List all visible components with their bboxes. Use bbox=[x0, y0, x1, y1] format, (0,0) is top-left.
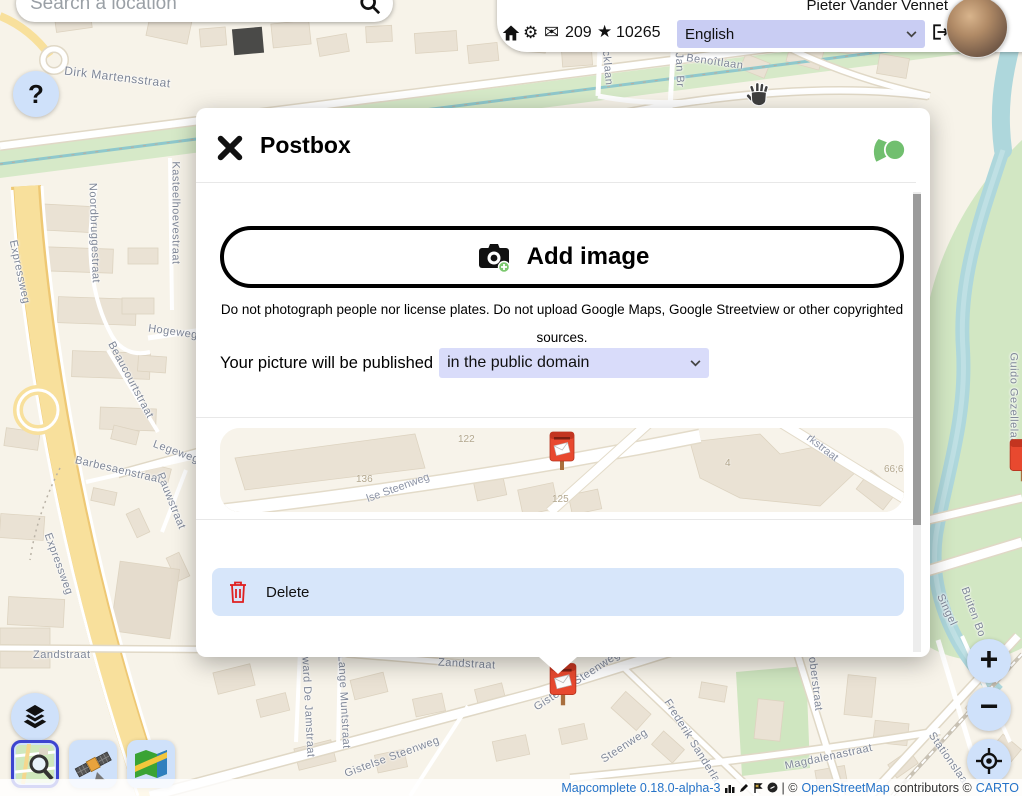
search-icon[interactable] bbox=[359, 0, 381, 15]
minus-icon: − bbox=[980, 690, 999, 722]
image-disclaimer: Do not photograph people nor license pla… bbox=[220, 296, 904, 352]
zoom-out-button[interactable]: − bbox=[967, 687, 1011, 731]
chevron-down-icon bbox=[906, 31, 917, 38]
divider bbox=[196, 417, 916, 418]
attribution-bar: Mapcomplete 0.18.0-alpha-3 | © OpenStree… bbox=[0, 779, 1022, 796]
zoom-in-button[interactable]: + bbox=[967, 639, 1011, 683]
attribution-text: | © bbox=[782, 781, 798, 795]
license-prefix: Your picture will be published bbox=[220, 354, 433, 373]
add-image-label: Add image bbox=[527, 243, 650, 271]
language-value: English bbox=[685, 26, 734, 43]
circle-mini-icon bbox=[767, 782, 778, 793]
crosshair-icon bbox=[975, 747, 1003, 775]
osm-link[interactable]: OpenStreetMap bbox=[801, 781, 889, 795]
license-value: in the public domain bbox=[447, 354, 589, 372]
star-icon: ★ bbox=[597, 22, 612, 42]
search-bar[interactable] bbox=[16, 0, 393, 22]
postbox-dialog: Postbox Add image Do not photograph peop… bbox=[196, 108, 930, 657]
satellite-icon bbox=[73, 744, 113, 784]
dialog-title: Postbox bbox=[260, 132, 351, 159]
postbox-marker-mini bbox=[548, 429, 576, 482]
license-select[interactable]: in the public domain bbox=[439, 348, 709, 378]
chevron-down-icon bbox=[690, 360, 701, 367]
camera-icon bbox=[475, 241, 513, 273]
language-select[interactable]: English bbox=[677, 20, 925, 48]
folded-map-icon bbox=[131, 744, 171, 784]
postbox-marker-edge[interactable] bbox=[1008, 436, 1022, 493]
plus-icon: + bbox=[980, 643, 999, 675]
layers-icon bbox=[20, 702, 50, 732]
add-image-button[interactable]: Add image bbox=[220, 226, 904, 288]
mapcomplete-logo-icon bbox=[870, 132, 908, 170]
close-icon[interactable] bbox=[216, 134, 244, 162]
changeset-count: 10265 bbox=[616, 24, 661, 42]
layers-button[interactable] bbox=[11, 693, 59, 741]
stats-mini-icon bbox=[725, 783, 735, 793]
divider bbox=[196, 182, 916, 183]
question-mark: ? bbox=[28, 79, 44, 110]
minimap[interactable]: 122 136 125 4 66;6 lse Steenweg rkstraat bbox=[220, 428, 904, 512]
pencil-mini-icon bbox=[739, 783, 749, 793]
mail-icon[interactable]: ✉ bbox=[544, 22, 559, 43]
dialog-scrollbar[interactable] bbox=[913, 192, 921, 652]
scrollbar-thumb[interactable] bbox=[913, 194, 921, 525]
geolocate-button[interactable] bbox=[967, 739, 1011, 783]
trash-icon bbox=[228, 580, 248, 604]
flag-mini-icon bbox=[753, 783, 763, 793]
delete-label: Delete bbox=[266, 584, 309, 601]
gear-icon[interactable]: ⚙ bbox=[523, 23, 538, 43]
mapcomplete-version-link[interactable]: Mapcomplete 0.18.0-alpha-3 bbox=[561, 781, 720, 795]
license-row: Your picture will be published in the pu… bbox=[220, 348, 709, 378]
attribution-text: contributors © bbox=[894, 781, 972, 795]
message-count: 209 bbox=[565, 24, 592, 42]
home-icon[interactable] bbox=[502, 24, 520, 47]
dialog-pointer bbox=[539, 657, 577, 674]
user-name[interactable]: Pieter Vander Vennet bbox=[807, 0, 949, 14]
search-input[interactable] bbox=[28, 0, 359, 16]
help-button[interactable]: ? bbox=[13, 71, 59, 117]
carto-link[interactable]: CARTO bbox=[976, 781, 1019, 795]
osm-map-icon bbox=[15, 744, 55, 784]
divider bbox=[196, 519, 916, 520]
delete-button[interactable]: Delete bbox=[212, 568, 904, 616]
